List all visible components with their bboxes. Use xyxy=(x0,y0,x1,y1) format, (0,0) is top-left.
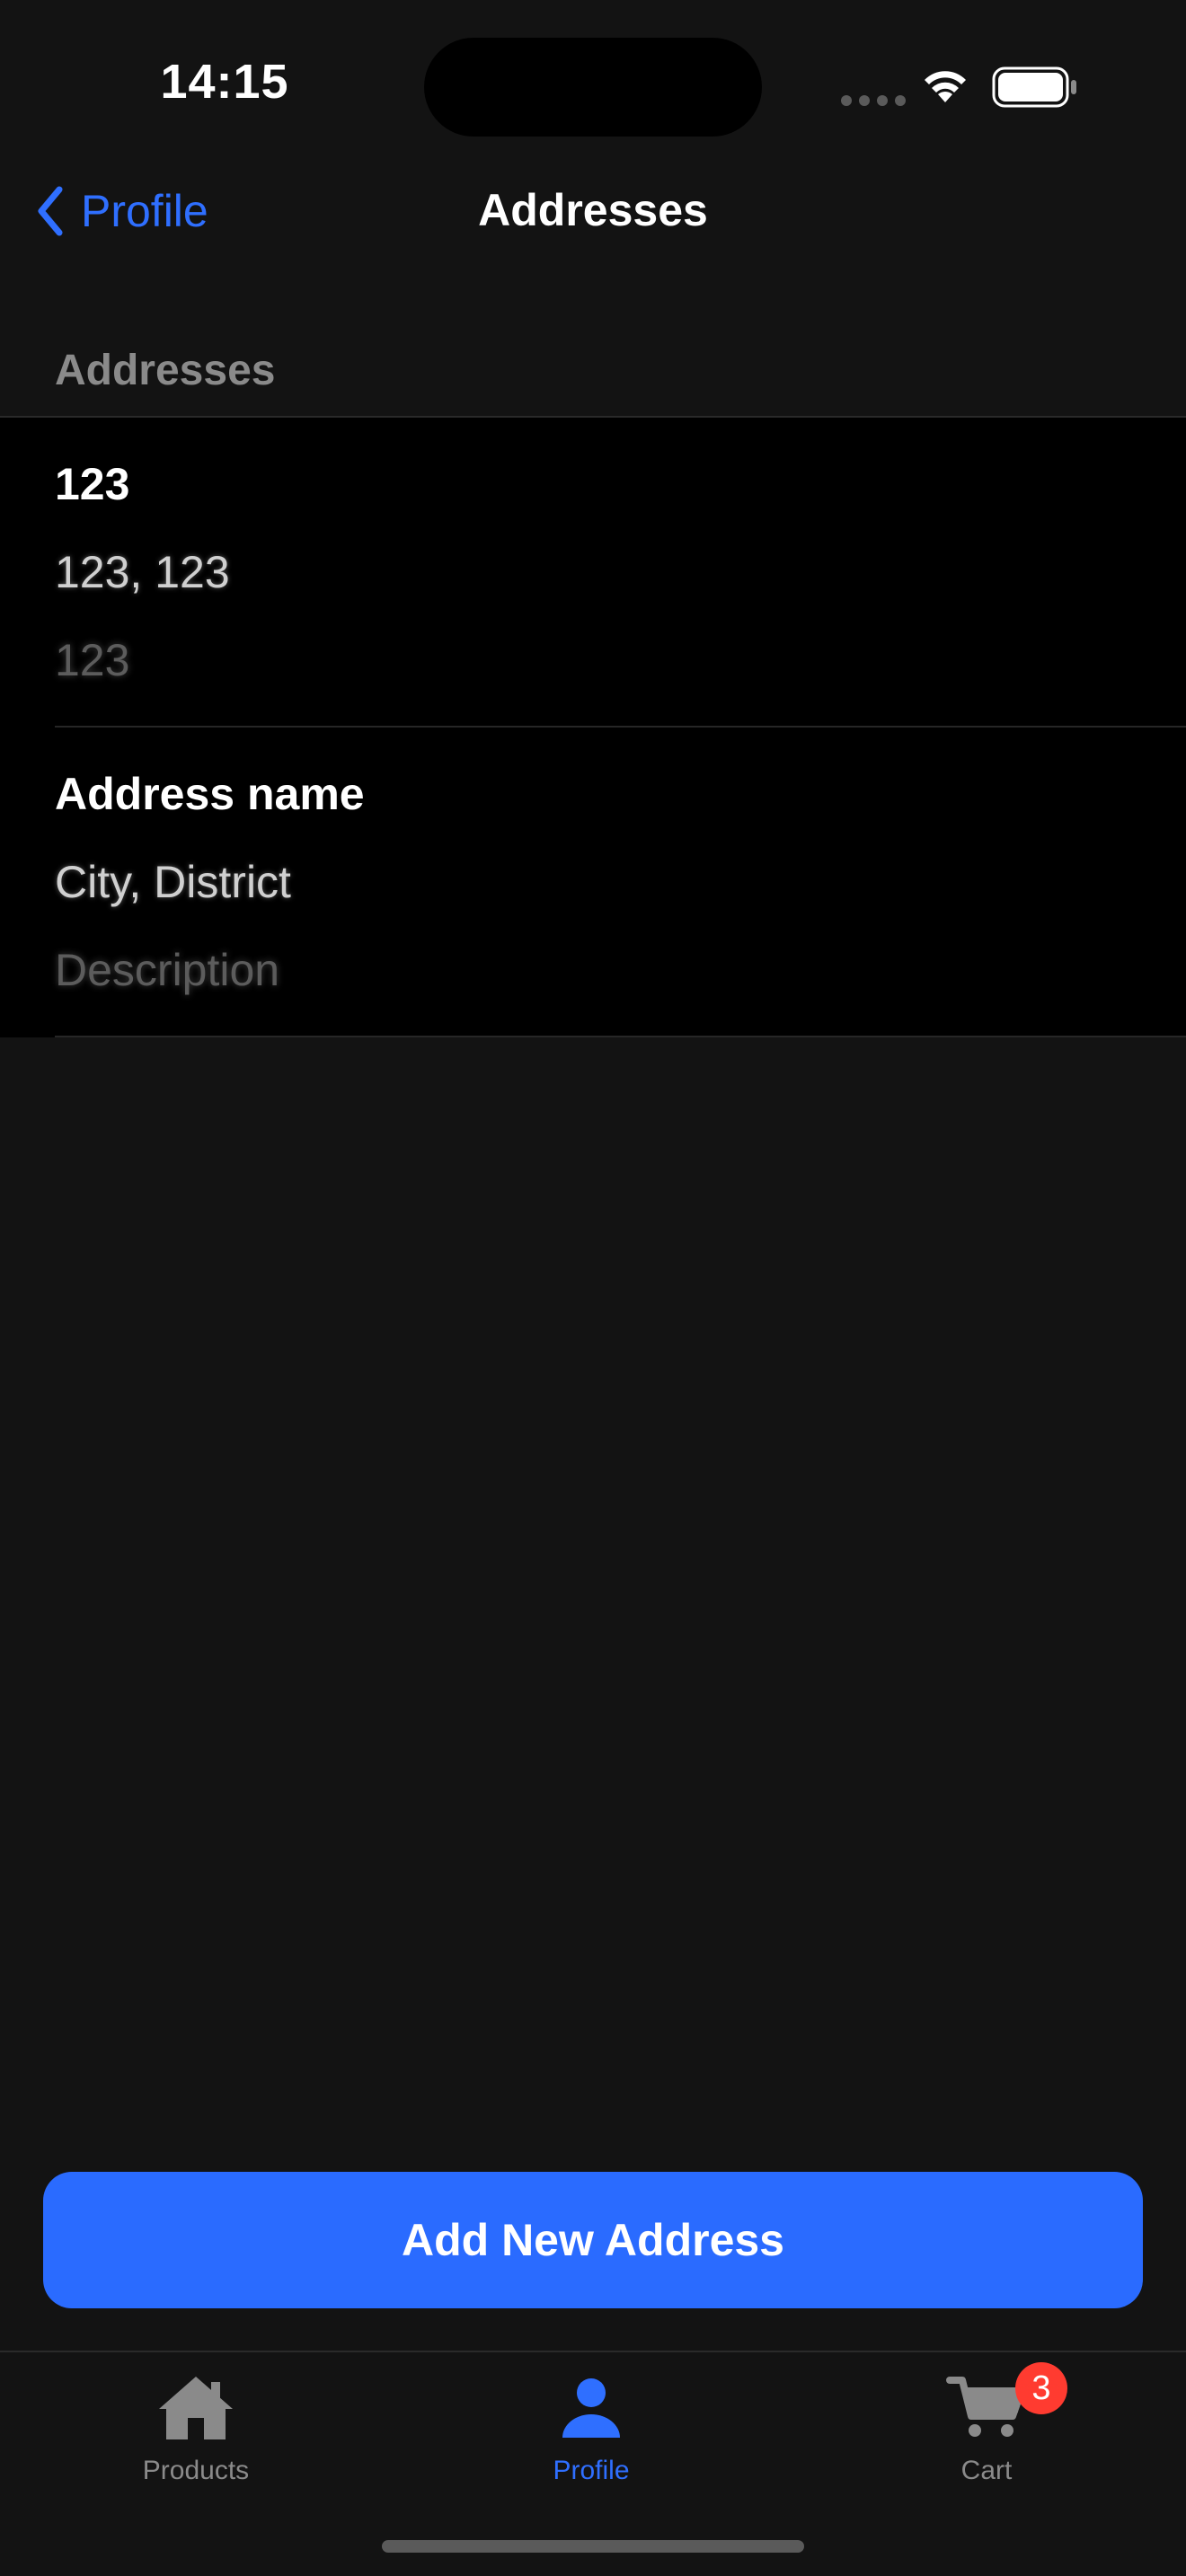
page-title: Addresses xyxy=(478,185,708,235)
tab-profile[interactable]: Profile xyxy=(456,2362,726,2488)
address-name: 123 xyxy=(55,459,130,509)
addresses-screen: 14:15 Profile Addresses Addresses 123 12… xyxy=(0,0,1186,2576)
address-list: 123 123, 123 123 Address name City, Dist… xyxy=(0,418,1186,1037)
cart-icon xyxy=(946,2377,1025,2437)
battery-icon xyxy=(992,66,1076,108)
person-icon xyxy=(562,2378,620,2438)
tab-bar-divider xyxy=(0,2351,1186,2352)
dynamic-island xyxy=(424,38,762,137)
add-new-address-button[interactable]: Add New Address xyxy=(43,2172,1143,2308)
address-name: Address name xyxy=(55,769,365,819)
address-location: City, District xyxy=(55,857,291,907)
wifi-icon xyxy=(925,71,966,102)
address-row[interactable]: 123 123, 123 123 xyxy=(0,418,1186,728)
tab-label: Cart xyxy=(960,2456,1013,2485)
tab-products[interactable]: Products xyxy=(61,2362,331,2488)
cart-badge: 3 xyxy=(1015,2362,1067,2414)
tab-label: Profile xyxy=(553,2456,630,2485)
address-location: 123, 123 xyxy=(55,547,230,597)
address-description: Description xyxy=(55,945,280,995)
status-time: 14:15 xyxy=(160,55,289,109)
address-description: 123 xyxy=(55,635,130,685)
signal-dots-icon xyxy=(841,95,906,106)
tab-label: Products xyxy=(142,2456,250,2485)
tab-cart[interactable]: 3 Cart xyxy=(852,2362,1121,2488)
house-icon xyxy=(159,2377,233,2439)
divider xyxy=(55,1036,1186,1037)
home-indicator[interactable] xyxy=(382,2540,804,2553)
section-header: Addresses xyxy=(55,347,276,394)
address-row[interactable]: Address name City, District Description xyxy=(0,728,1186,1037)
